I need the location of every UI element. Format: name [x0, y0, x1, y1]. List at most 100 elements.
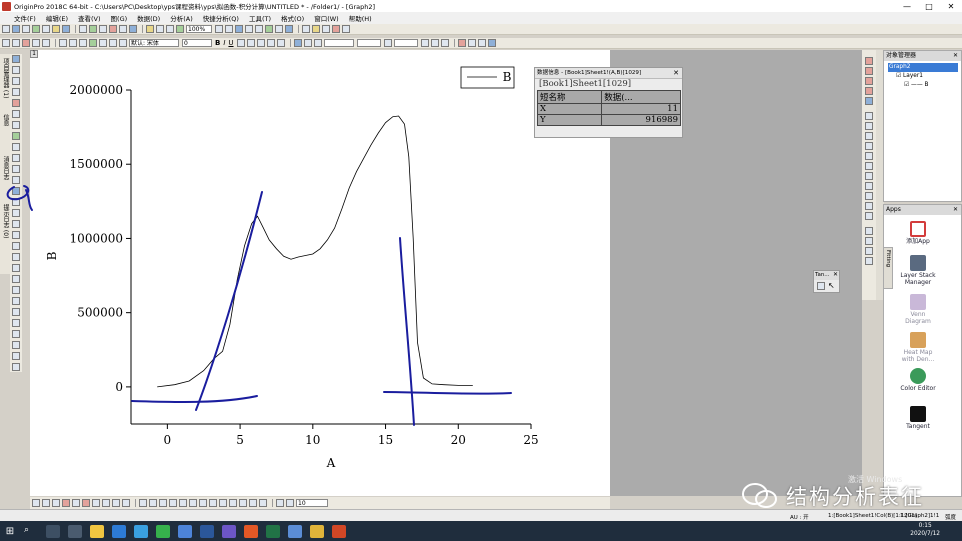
task-view-icon[interactable]: [46, 524, 60, 538]
layer-properties-icon[interactable]: [865, 97, 873, 105]
legend-new-icon[interactable]: [865, 132, 873, 140]
tree-item-plot-label: B: [924, 82, 929, 88]
origin-taskbar-icon[interactable]: [244, 524, 258, 538]
next-icon[interactable]: [865, 257, 873, 265]
watermark-text: 结构分析表征: [786, 485, 924, 509]
taskbar-app-1[interactable]: [68, 524, 82, 538]
collapse-icon[interactable]: [865, 237, 873, 245]
separator: [135, 499, 136, 507]
fitting-tab-label: Fitting: [885, 250, 891, 268]
powerpoint-icon[interactable]: [332, 524, 346, 538]
rescale-z-icon[interactable]: [865, 77, 873, 85]
chrome-icon[interactable]: [156, 524, 170, 538]
taskbar-app-4[interactable]: [222, 524, 236, 538]
row-y-value: 916989: [601, 114, 681, 126]
smith-icon[interactable]: [199, 499, 207, 507]
timestamp-icon[interactable]: [865, 142, 873, 150]
tangent-close-icon[interactable]: ✕: [833, 271, 838, 278]
word-icon[interactable]: [200, 524, 214, 538]
app-layer-stack-manager[interactable]: Layer Stack Manager: [898, 255, 938, 286]
rescale-x-icon[interactable]: [865, 57, 873, 65]
x-tick-label: 15: [378, 433, 393, 447]
tree-item-plot[interactable]: ☑ —— B: [888, 81, 961, 90]
enlarge-icon[interactable]: [865, 112, 873, 120]
arrange-layers-icon[interactable]: [865, 212, 873, 220]
bottom-tool-icon[interactable]: [276, 499, 284, 507]
app-heat-map-label: Heat Map with Den...: [901, 349, 935, 363]
marker-icon[interactable]: [239, 499, 247, 507]
add-y-axis-icon[interactable]: [865, 172, 873, 180]
swap-icon[interactable]: [865, 247, 873, 255]
rescale-all-icon[interactable]: [865, 87, 873, 95]
file-explorer-icon[interactable]: [90, 524, 104, 538]
panel-icon[interactable]: [149, 499, 157, 507]
tree-item-graph[interactable]: Graph2: [888, 63, 958, 72]
rescale-y-icon[interactable]: [865, 67, 873, 75]
app-tangent[interactable]: Tangent: [898, 406, 938, 430]
data-info-window[interactable]: 数据信息 - [Book1]Sheet1!(A,B)[1029] ✕ [Book…: [534, 67, 683, 138]
vector-icon[interactable]: [189, 499, 197, 507]
app-tangent-label: Tangent: [906, 423, 930, 430]
template-icon[interactable]: [139, 499, 147, 507]
clock[interactable]: 0:15 2020/7/12: [910, 522, 940, 538]
bottom-size-select[interactable]: 10: [296, 499, 328, 507]
data-info-close-icon[interactable]: ✕: [673, 69, 679, 77]
box-icon[interactable]: [229, 499, 237, 507]
line-symbol-icon[interactable]: [82, 499, 90, 507]
line-style-icon[interactable]: [32, 499, 40, 507]
line-dash-icon[interactable]: [42, 499, 50, 507]
bridge-icon[interactable]: [249, 499, 257, 507]
start-button[interactable]: ⊞: [0, 521, 20, 541]
bubble-scale-icon[interactable]: [865, 182, 873, 190]
contour-icon[interactable]: [122, 499, 130, 507]
tangent-app-icon: [910, 406, 926, 422]
app-heat-map[interactable]: Heat Map with Den...: [898, 332, 938, 363]
column-plot-icon[interactable]: [62, 499, 70, 507]
taskbar-app-3[interactable]: [178, 524, 192, 538]
apps-close-icon[interactable]: ✕: [953, 206, 958, 213]
extract-layer-icon[interactable]: [865, 122, 873, 130]
tangent-pointer-icon[interactable]: ↖: [828, 281, 835, 290]
search-icon[interactable]: ⌕: [24, 525, 38, 538]
right-toolbar: [862, 50, 876, 300]
stat-plot-icon[interactable]: [92, 499, 100, 507]
layer-contents-icon[interactable]: [865, 202, 873, 210]
scatter-icon[interactable]: [72, 499, 80, 507]
plot-icon[interactable]: [259, 499, 267, 507]
bottom-tool-2-icon[interactable]: [286, 499, 294, 507]
app-add[interactable]: 添加App: [898, 221, 938, 245]
add-x-axis-icon[interactable]: [865, 162, 873, 170]
waterfall-icon[interactable]: [209, 499, 217, 507]
app-color-editor[interactable]: Color Editor: [898, 368, 938, 392]
histogram-icon[interactable]: [219, 499, 227, 507]
tree-item-layer[interactable]: ☑ Layer1: [888, 72, 961, 81]
tangent-settings-icon[interactable]: [817, 282, 825, 290]
color-scale-right-icon[interactable]: [865, 192, 873, 200]
y-tick-label: 2000000: [70, 83, 123, 97]
app-color-editor-label: Color Editor: [900, 385, 936, 392]
venn-diagram-icon: [910, 294, 926, 310]
area-icon[interactable]: [159, 499, 167, 507]
x-tick-label: 10: [305, 433, 320, 447]
object-manager-title: 对象管理器: [884, 51, 961, 61]
pie-icon[interactable]: [102, 499, 110, 507]
fitting-side-tab[interactable]: Fitting: [883, 247, 893, 289]
row-x-value: 11: [601, 103, 681, 115]
taskbar-app-6[interactable]: [310, 524, 324, 538]
excel-icon[interactable]: [266, 524, 280, 538]
expand-icon[interactable]: [865, 227, 873, 235]
y-tick-label: 1000000: [70, 231, 123, 245]
polar-icon[interactable]: [169, 499, 177, 507]
ternary-icon[interactable]: [179, 499, 187, 507]
status-graph: 1:[Graph2]1!1: [900, 513, 940, 519]
add-text-icon[interactable]: [865, 152, 873, 160]
tangent-tool-window[interactable]: Tan... ✕ ↖: [813, 270, 840, 293]
data-info-path: [Book1]Sheet1[1029]: [539, 79, 632, 89]
3d-icon[interactable]: [112, 499, 120, 507]
taskbar-app-5[interactable]: [288, 524, 302, 538]
line-spline-icon[interactable]: [52, 499, 60, 507]
object-manager-close-icon[interactable]: ✕: [953, 52, 958, 59]
taskbar-app-2[interactable]: [134, 524, 148, 538]
app-venn-diagram[interactable]: Venn Diagram: [898, 294, 938, 325]
store-icon[interactable]: [112, 524, 126, 538]
